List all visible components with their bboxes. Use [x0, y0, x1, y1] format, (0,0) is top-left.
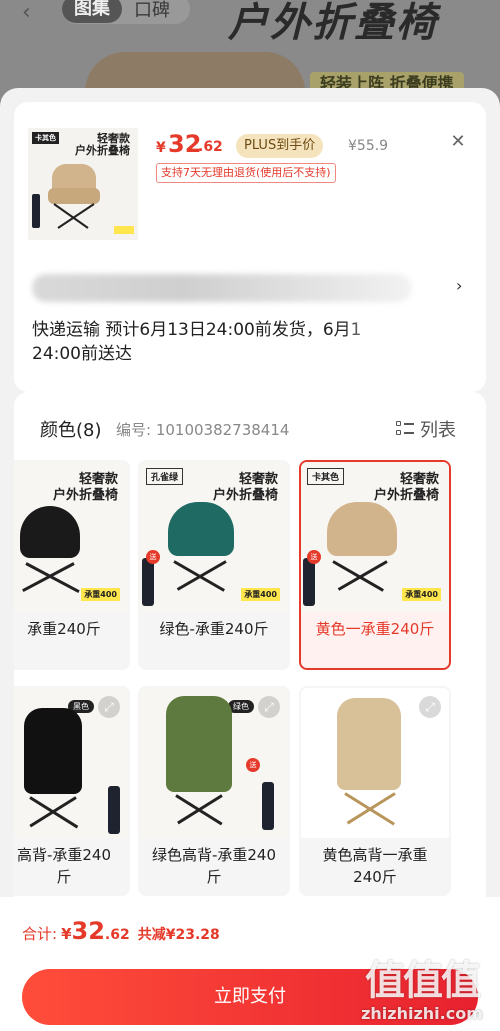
option-label: 黄色一承重240斤: [315, 620, 435, 638]
address-row[interactable]: ›: [32, 268, 472, 308]
chair-seat: [168, 502, 234, 556]
plus-price-badge: PLUS到手价: [236, 134, 324, 158]
gift-badge: 送: [246, 758, 260, 772]
return-policy-note: 支持7天无理由退货(使用后不支持): [156, 163, 336, 183]
chair-seat: [20, 506, 80, 558]
option-image-title-2: 户外折叠椅: [212, 488, 278, 503]
item-code: 编号: 10100382738414: [116, 421, 290, 439]
chair-seat: [166, 696, 232, 792]
list-view-label: 列表: [420, 420, 456, 441]
option-weight-tag: 承重400: [402, 588, 441, 601]
color-option-green-high-back[interactable]: 绿色 ⤢ 送 绿色高背-承重240斤: [138, 686, 290, 896]
option-image: 孔雀绿 轻奢款 户外折叠椅 送 承重400: [140, 462, 288, 612]
zoom-icon[interactable]: ⤢: [258, 696, 280, 718]
chair-illustration: [32, 164, 134, 234]
watermark: 值值值 zhizhizhi.com: [352, 948, 492, 1023]
total-label: 合计:: [22, 925, 58, 943]
list-view-icon: [396, 420, 414, 438]
back-icon[interactable]: ‹: [22, 0, 31, 25]
option-weight-tag: 承重400: [241, 588, 280, 601]
tab-reviews[interactable]: 口碑: [122, 0, 182, 22]
zoom-icon[interactable]: ⤢: [419, 696, 441, 718]
option-label: 黄色高背一承重240斤: [322, 846, 428, 886]
chair-seat: [24, 708, 82, 794]
storage-bag: [142, 558, 154, 606]
option-image: 黑色 ⤢: [14, 688, 128, 838]
color-option-black[interactable]: 轻奢款 户外折叠椅 承重400 承重240斤: [14, 460, 130, 670]
storage-bag: [262, 782, 274, 830]
color-option-khaki[interactable]: 卡其色 轻奢款 户外折叠椅 送 承重400 黄色一承重240斤: [299, 460, 451, 670]
total-integer: 32: [71, 917, 105, 945]
original-price: ¥55.9: [348, 138, 389, 154]
color-option-black-high-back[interactable]: 黑色 ⤢ 高背-承重240斤: [14, 686, 130, 896]
spec-title: 颜色(8): [40, 420, 102, 441]
watermark-url: zhizhizhi.com: [361, 1004, 483, 1023]
option-image: 轻奢款 户外折叠椅 承重400: [14, 462, 128, 612]
background-product-title: 户外折叠椅: [228, 0, 438, 46]
price-integer: 32: [168, 130, 202, 158]
option-label: 绿色-承重240斤: [159, 620, 269, 638]
option-label: 承重240斤: [27, 620, 101, 638]
chair-leg: [25, 562, 80, 593]
option-image-title-2: 户外折叠椅: [373, 488, 439, 503]
option-weight-tag: 承重400: [81, 588, 120, 601]
product-summary-card: 卡其色 轻奢款 户外折叠椅 ¥ 32 .62 PLUS到手价 ¥55.9 ✕ 支…: [14, 102, 486, 392]
total-currency: ¥: [61, 925, 72, 943]
color-option-green[interactable]: 孔雀绿 轻奢款 户外折叠椅 送 承重400 绿色-承重240斤: [138, 460, 290, 670]
option-brand-tag: 卡其色: [307, 468, 345, 485]
color-option-khaki-high-back[interactable]: ⤢ 黄色高背一承重240斤: [299, 686, 451, 896]
option-image: 卡其色 轻奢款 户外折叠椅 送 承重400: [301, 462, 449, 612]
total-discount: 共减¥23.28: [137, 927, 220, 943]
option-image: ⤢: [301, 688, 449, 838]
option-label: 绿色高背-承重240斤: [151, 846, 277, 886]
product-thumbnail[interactable]: 卡其色 轻奢款 户外折叠椅: [28, 128, 138, 240]
list-view-toggle[interactable]: 列表: [396, 416, 456, 442]
watermark-logo: 值值值: [365, 958, 481, 1004]
gift-badge: 送: [307, 550, 321, 564]
total-row: 合计: ¥ 32 .62 共减¥23.28: [22, 917, 220, 945]
storage-bag: [303, 558, 315, 606]
zoom-icon[interactable]: ⤢: [98, 696, 120, 718]
close-icon[interactable]: ✕: [448, 132, 468, 152]
tab-gallery[interactable]: 图集: [62, 0, 122, 23]
chevron-right-icon: ›: [456, 276, 463, 295]
storage-bag: [108, 786, 120, 834]
gallery-tabs: 图集 口碑: [62, 0, 190, 24]
background-page: ‹ 图集 口碑 户外折叠椅 轻装上阵 折叠便携: [0, 0, 500, 100]
shipping-blur-mask: [344, 314, 424, 344]
gift-badge: 送: [146, 550, 160, 564]
option-label: 高背-承重240斤: [16, 846, 112, 886]
option-image-title-2: 户外折叠椅: [52, 488, 118, 503]
total-decimal: .62: [104, 927, 130, 943]
chair-seat: [327, 502, 397, 556]
option-brand-tag: 孔雀绿: [146, 468, 184, 485]
chair-seat: [337, 698, 401, 790]
purchase-sheet: 卡其色 轻奢款 户外折叠椅 ¥ 32 .62 PLUS到手价 ¥55.9 ✕ 支…: [0, 88, 500, 1031]
option-image: 绿色 ⤢ 送: [140, 688, 288, 838]
address-blurred: [32, 274, 412, 302]
price-currency: ¥: [156, 140, 166, 156]
price-decimal: .62: [198, 139, 223, 155]
color-spec-card: 颜色(8) 编号: 10100382738414 列表 轻奢款 户外折叠椅 承重…: [14, 392, 486, 912]
shipping-estimate: 快递运输 预计6月13日24:00前发货，6月1 24:00前送达: [32, 320, 362, 364]
